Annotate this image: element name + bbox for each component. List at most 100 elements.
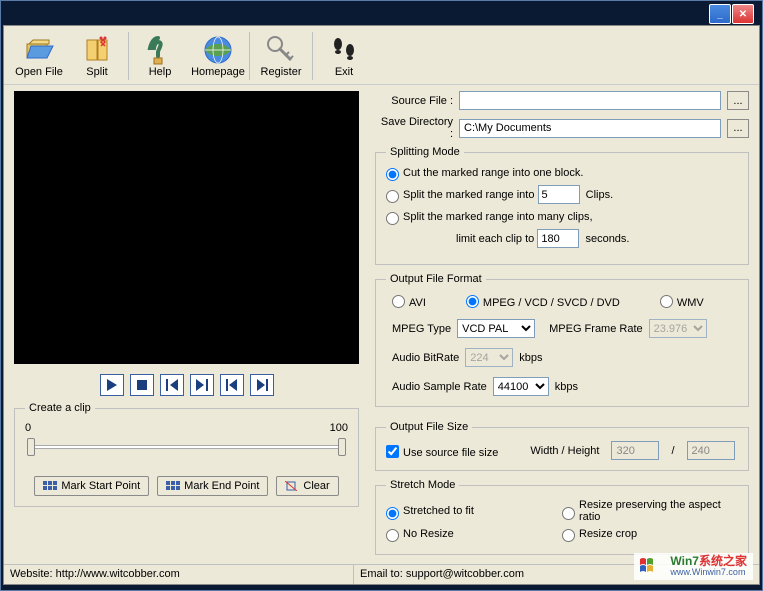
exit-button[interactable]: Exit — [315, 30, 373, 82]
watermark-url: www.Winwin7.com — [670, 568, 747, 578]
step-back-button[interactable] — [160, 374, 184, 396]
group-legend: Output File Size — [386, 421, 472, 433]
radio-label: Cut the marked range into one block. — [403, 167, 583, 179]
windows-flag-icon — [640, 557, 664, 575]
stretch-fit-radio[interactable] — [386, 507, 399, 520]
clips-count-spinner[interactable] — [538, 185, 580, 204]
split-button[interactable]: Split — [68, 30, 126, 82]
mpeg-type-label: MPEG Type — [392, 323, 451, 335]
create-clip-group: Create a clip 0 100 Mark Start Point — [14, 402, 359, 507]
clip-range-slider[interactable] — [25, 436, 348, 458]
frame-rate-label: MPEG Frame Rate — [549, 323, 643, 335]
stretch-noresize-radio[interactable] — [386, 529, 399, 542]
key-register-icon — [265, 34, 297, 66]
split-n-clips-radio[interactable] — [386, 190, 399, 203]
audio-bitrate-select[interactable]: 224 — [465, 348, 513, 367]
limit-prefix-label: limit each clip to — [456, 233, 534, 245]
unit-label: Clips. — [586, 189, 614, 201]
group-legend: Output File Format — [386, 273, 486, 285]
clip-end-value: 100 — [330, 422, 348, 434]
exit-footprints-icon — [328, 34, 360, 66]
format-mpeg-radio[interactable] — [466, 295, 479, 308]
scissors-split-icon — [81, 34, 113, 66]
video-preview — [14, 91, 359, 364]
open-file-button[interactable]: Open File — [10, 30, 68, 82]
marker-icon — [166, 481, 180, 491]
toolbar-label: Split — [86, 66, 107, 78]
radio-label: Split the marked range into many clips, — [403, 211, 593, 223]
split-many-clips-radio[interactable] — [386, 212, 399, 225]
globe-icon — [202, 34, 234, 66]
radio-label: No Resize — [403, 528, 454, 540]
minimize-button[interactable]: _ — [709, 4, 731, 24]
radio-label: WMV — [677, 297, 704, 309]
help-icon — [144, 34, 176, 66]
splitting-mode-group: Splitting Mode Cut the marked range into… — [375, 146, 749, 265]
source-file-label: Source File : — [375, 95, 453, 107]
output-height-input[interactable] — [687, 441, 735, 460]
checkbox-label: Use source file size — [403, 447, 498, 459]
unit-label: kbps — [555, 381, 578, 393]
watermark: Win7系统之家 www.Winwin7.com — [634, 553, 753, 580]
output-format-group: Output File Format AVI MPEG / VCD / SVCD… — [375, 273, 749, 407]
browse-source-button[interactable]: ... — [727, 91, 749, 110]
folder-open-icon — [23, 34, 55, 66]
sample-rate-label: Audio Sample Rate — [392, 381, 487, 393]
source-file-input[interactable] — [459, 91, 721, 110]
radio-label: AVI — [409, 297, 426, 309]
radio-label: Split the marked range into — [403, 189, 534, 201]
frame-rate-select[interactable]: 23.976 — [649, 319, 707, 338]
toolbar-label: Help — [149, 66, 172, 78]
save-directory-input[interactable] — [459, 119, 721, 138]
status-website: Website: http://www.witcobber.com — [4, 565, 354, 584]
browse-directory-button[interactable]: ... — [727, 119, 749, 138]
width-height-label: Width / Height — [530, 445, 599, 457]
toolbar-label: Register — [261, 66, 302, 78]
format-avi-radio[interactable] — [392, 295, 405, 308]
step-forward-button[interactable] — [190, 374, 214, 396]
toolbar-label: Open File — [15, 66, 63, 78]
radio-label: Resize preserving the aspect ratio — [579, 499, 738, 523]
help-button[interactable]: Help — [131, 30, 189, 82]
format-wmv-radio[interactable] — [660, 295, 673, 308]
stretch-crop-radio[interactable] — [562, 529, 575, 542]
previous-button[interactable] — [220, 374, 244, 396]
output-width-input[interactable] — [611, 441, 659, 460]
mpeg-type-select[interactable]: VCD PAL — [457, 319, 535, 338]
clear-clip-button[interactable]: Clear — [276, 476, 338, 496]
toolbar-label: Exit — [335, 66, 353, 78]
group-legend: Splitting Mode — [386, 146, 464, 158]
use-source-size-checkbox[interactable] — [386, 445, 399, 458]
group-legend: Create a clip — [25, 402, 95, 414]
radio-label: MPEG / VCD / SVCD / DVD — [483, 297, 620, 309]
slider-end-thumb[interactable] — [338, 438, 346, 456]
mark-end-button[interactable]: Mark End Point — [157, 476, 268, 496]
play-button[interactable] — [100, 374, 124, 396]
slider-start-thumb[interactable] — [27, 438, 35, 456]
register-button[interactable]: Register — [252, 30, 310, 82]
marker-icon — [43, 481, 57, 491]
slash-label: / — [671, 445, 674, 457]
mark-start-button[interactable]: Mark Start Point — [34, 476, 149, 496]
radio-label: Resize crop — [579, 528, 637, 540]
clear-icon — [285, 481, 299, 491]
close-button[interactable]: ✕ — [732, 4, 754, 24]
audio-bitrate-label: Audio BitRate — [392, 352, 459, 364]
unit-label: kbps — [519, 352, 542, 364]
stretch-preserve-radio[interactable] — [562, 507, 575, 520]
next-button[interactable] — [250, 374, 274, 396]
clip-seconds-spinner[interactable] — [537, 229, 579, 248]
sample-rate-select[interactable]: 44100 — [493, 377, 549, 396]
toolbar-label: Homepage — [191, 66, 245, 78]
output-size-group: Output File Size Use source file size Wi… — [375, 421, 749, 471]
stretch-mode-group: Stretch Mode Stretched to fit Resize pre… — [375, 479, 749, 555]
stop-button[interactable] — [130, 374, 154, 396]
group-legend: Stretch Mode — [386, 479, 459, 491]
radio-label: Stretched to fit — [403, 505, 474, 517]
homepage-button[interactable]: Homepage — [189, 30, 247, 82]
unit-label: seconds. — [585, 233, 629, 245]
split-one-block-radio[interactable] — [386, 168, 399, 181]
save-directory-label: Save Directory : — [375, 116, 453, 140]
main-toolbar: Open File Split Help Homepage — [4, 26, 759, 85]
clip-start-value: 0 — [25, 422, 31, 434]
